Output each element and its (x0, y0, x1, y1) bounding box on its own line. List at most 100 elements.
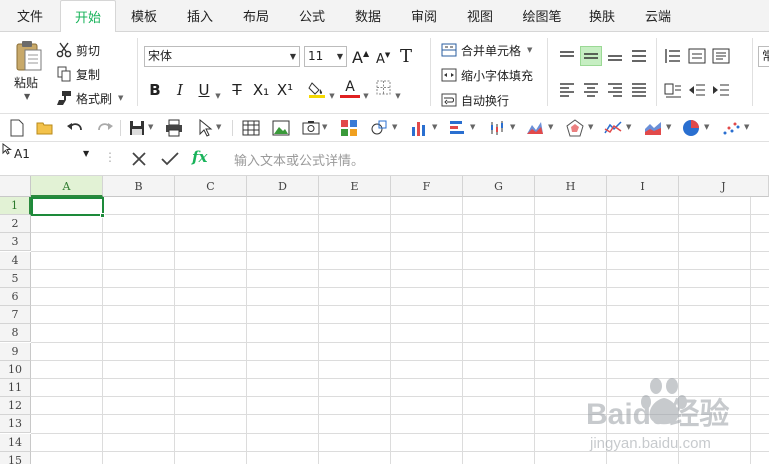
column-header-a[interactable]: A (31, 176, 103, 197)
tab-view[interactable]: 视图 (454, 0, 506, 32)
row-header-8[interactable]: 8 (0, 324, 31, 343)
column-header-i[interactable]: I (607, 176, 679, 197)
area-chart-dropdown-icon[interactable]: ▼ (666, 123, 671, 131)
paste-dropdown-icon[interactable]: ▼ (24, 92, 30, 101)
save-icon[interactable] (128, 119, 146, 137)
tab-file[interactable]: 文件 (4, 0, 56, 32)
tab-insert[interactable]: 插入 (174, 0, 226, 32)
name-box[interactable]: A1 ▼ (0, 142, 100, 176)
merge-cells-button[interactable]: 合并单元格 ▼ (441, 40, 532, 60)
cut-button[interactable]: 剪切 (56, 40, 100, 60)
justify-distributed-button[interactable] (628, 46, 650, 66)
new-document-icon[interactable] (8, 119, 26, 137)
align-right-button[interactable] (604, 80, 626, 100)
increase-indent-button[interactable] (686, 80, 708, 100)
row-header-12[interactable]: 12 (0, 397, 31, 416)
row-header-15[interactable]: 15 (0, 451, 31, 464)
screenshot-dropdown-icon[interactable]: ▼ (322, 123, 327, 131)
fill-handle[interactable] (100, 213, 105, 218)
text-direction-button[interactable] (662, 46, 684, 66)
stock-chart-icon[interactable] (488, 119, 506, 137)
row-header-2[interactable]: 2 (0, 215, 31, 234)
subscript-button[interactable]: X₁ (250, 80, 272, 100)
tab-templates[interactable]: 模板 (118, 0, 170, 32)
row-header-13[interactable]: 13 (0, 415, 31, 434)
column-header-e[interactable]: E (319, 176, 391, 197)
border-dropdown-icon[interactable]: ▼ (394, 86, 402, 106)
italic-button[interactable]: I (171, 80, 189, 100)
row-header-10[interactable]: 10 (0, 360, 31, 379)
table-icon[interactable] (242, 119, 260, 137)
tab-drawing-pen[interactable]: 绘图笔 (512, 0, 572, 32)
frame-text-button[interactable] (710, 46, 732, 66)
scatter-chart-dropdown-icon[interactable]: ▼ (744, 123, 749, 131)
number-format-select[interactable]: 常 (758, 46, 769, 67)
row-header-3[interactable]: 3 (0, 233, 31, 252)
font-size-select[interactable]: 11 ▼ (304, 46, 347, 67)
line-chart-icon[interactable] (604, 119, 622, 137)
column-chart-icon[interactable] (410, 119, 428, 137)
select-all-corner[interactable] (0, 176, 31, 197)
save-dropdown-icon[interactable]: ▼ (148, 123, 153, 131)
formula-input[interactable]: 输入文本或公式详情。 (234, 150, 364, 169)
surface-chart-dropdown-icon[interactable]: ▼ (548, 123, 553, 131)
radar-chart-icon[interactable] (566, 119, 584, 137)
scatter-chart-icon[interactable] (722, 119, 740, 137)
image-icon[interactable] (272, 119, 290, 137)
wrap-text-button[interactable]: 自动换行 (441, 90, 509, 110)
column-header-b[interactable]: B (103, 176, 175, 197)
align-left-button[interactable] (556, 80, 578, 100)
fill-color-button[interactable] (307, 80, 327, 100)
distribute-rows-button[interactable] (686, 46, 708, 66)
shrink-to-fit-button[interactable]: 缩小字体填充 (441, 65, 533, 85)
column-header-c[interactable]: C (175, 176, 247, 197)
active-cell-a1[interactable] (31, 197, 104, 216)
name-box-dropdown-icon[interactable]: ▼ (83, 149, 89, 158)
undo-icon[interactable] (66, 119, 84, 137)
superscript-button[interactable]: X¹ (274, 80, 296, 100)
row-header-14[interactable]: 14 (0, 433, 31, 452)
column-header-j[interactable]: J (679, 176, 769, 197)
tab-formulas[interactable]: 公式 (286, 0, 338, 32)
confirm-icon[interactable] (161, 151, 179, 167)
shapes-icon[interactable] (370, 119, 388, 137)
font-color-button[interactable]: A (340, 80, 360, 100)
select-dropdown-icon[interactable]: ▼ (216, 123, 221, 131)
row-header-6[interactable]: 6 (0, 288, 31, 306)
border-button[interactable] (374, 80, 392, 100)
bar-chart-dropdown-icon[interactable]: ▼ (470, 123, 475, 131)
justify-button[interactable] (628, 80, 650, 100)
align-middle-button[interactable] (580, 46, 602, 66)
tab-cloud[interactable]: 云端 (632, 0, 684, 32)
format-painter-dropdown-icon[interactable]: ▼ (118, 94, 123, 102)
merge-cells-dropdown-icon[interactable]: ▼ (527, 46, 532, 54)
drag-handle-icon[interactable]: ⋮ (104, 150, 116, 164)
pie-chart-dropdown-icon[interactable]: ▼ (704, 123, 709, 131)
row-header-4[interactable]: 4 (0, 251, 31, 270)
surface-chart-icon[interactable] (526, 119, 544, 137)
tab-skins[interactable]: 换肤 (576, 0, 628, 32)
decrease-indent-button[interactable] (662, 80, 684, 100)
stock-chart-dropdown-icon[interactable]: ▼ (510, 123, 515, 131)
column-header-d[interactable]: D (247, 176, 319, 197)
pie-chart-icon[interactable] (682, 119, 700, 137)
underline-button[interactable]: U (195, 80, 213, 100)
bar-chart-icon[interactable] (448, 119, 466, 137)
align-center-button[interactable] (580, 80, 602, 100)
redo-icon[interactable] (96, 119, 114, 137)
format-painter-button[interactable]: 格式刷 ▼ (56, 88, 123, 108)
tab-home[interactable]: 开始 (60, 0, 116, 33)
font-family-select[interactable]: 宋体 ▼ (144, 46, 300, 67)
tab-data[interactable]: 数据 (342, 0, 394, 32)
strikethrough-button[interactable]: T (228, 80, 246, 100)
column-header-h[interactable]: H (535, 176, 607, 197)
screenshot-icon[interactable] (302, 119, 320, 137)
indent-right-button[interactable] (710, 80, 732, 100)
underline-dropdown-icon[interactable]: ▼ (214, 86, 222, 106)
cancel-icon[interactable] (131, 151, 147, 167)
clear-format-button[interactable]: T (400, 46, 412, 67)
fill-color-dropdown-icon[interactable]: ▼ (328, 86, 336, 106)
tab-review[interactable]: 审阅 (398, 0, 450, 32)
column-chart-dropdown-icon[interactable]: ▼ (432, 123, 437, 131)
row-header-7[interactable]: 7 (0, 306, 31, 325)
